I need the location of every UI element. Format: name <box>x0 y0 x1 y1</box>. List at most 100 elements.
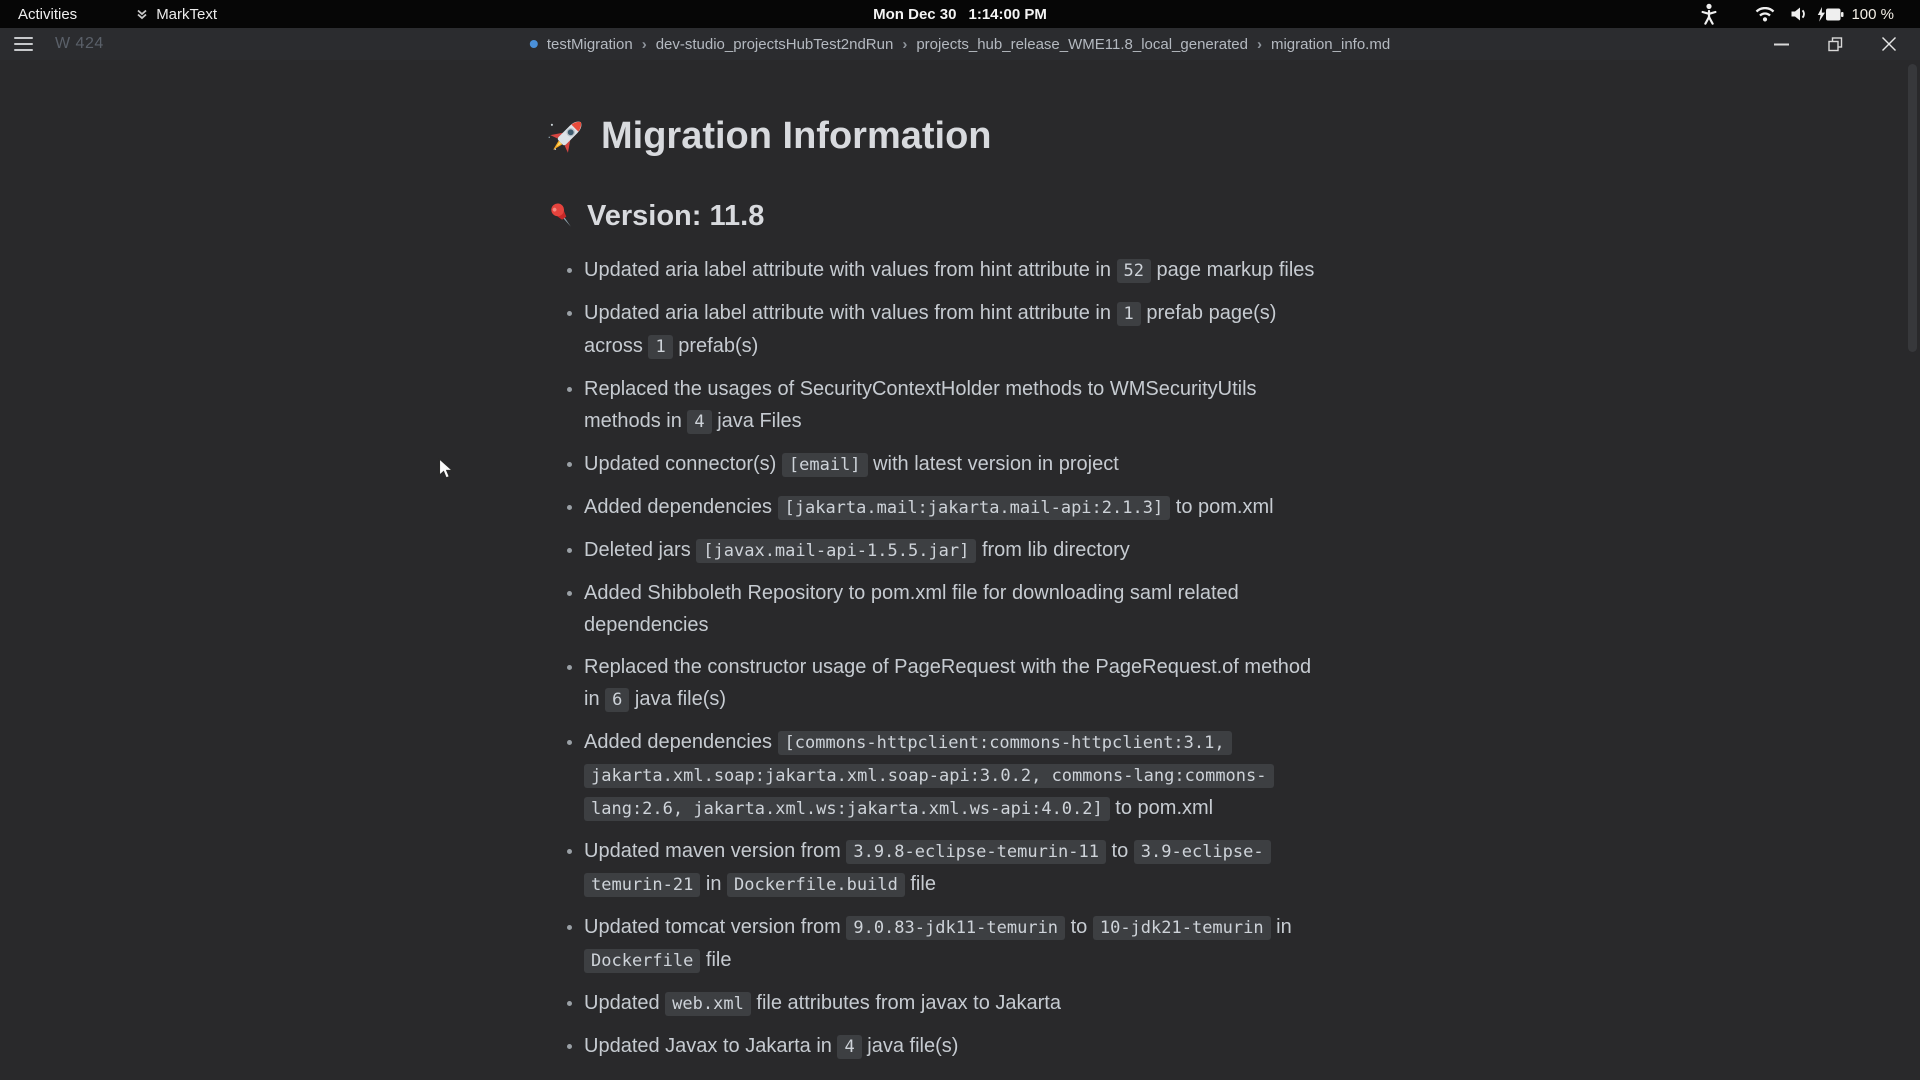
battery-percent: 100 % <box>1851 6 1894 23</box>
breadcrumb-separator-icon: › <box>642 36 647 53</box>
accessibility-icon <box>1701 3 1717 25</box>
minimize-button[interactable] <box>1770 33 1792 55</box>
unsaved-dot-icon <box>530 40 538 48</box>
clock[interactable]: Mon Dec 30 1:14:00 PM <box>873 6 1047 23</box>
title-bar: W 424 testMigration › dev-studio_projectsH… <box>0 28 1920 60</box>
close-button[interactable] <box>1878 33 1900 55</box>
list-item: Added Shibboleth Repository to pom.xml f… <box>584 577 1329 641</box>
battery-charging-icon <box>1817 7 1844 22</box>
list-item-text: Updated <box>584 992 665 1014</box>
restore-button[interactable] <box>1824 33 1846 55</box>
inline-code: [javax.mail-api-1.5.5.jar] <box>696 539 976 563</box>
list-item-text: Updated maven version from <box>584 840 846 862</box>
list-item-text: java Files <box>712 410 802 432</box>
list-item-text: Added dependencies <box>584 496 778 518</box>
version-heading: Version: 11.8 <box>546 196 1356 236</box>
inline-code: 10-jdk21-temurin <box>1093 916 1271 940</box>
inline-code: [email] <box>782 453 868 477</box>
inline-code: [jakarta.mail:jakarta.mail-api:2.1.3] <box>778 496 1171 520</box>
list-item: Replaced the constructor usage of PageRe… <box>584 651 1329 716</box>
breadcrumb-separator-icon: › <box>902 36 907 53</box>
list-item-text: to <box>1065 916 1093 938</box>
list-item-text: with latest version in project <box>868 453 1119 475</box>
mouse-cursor <box>438 458 458 481</box>
rocket-icon <box>546 115 588 157</box>
close-icon <box>1881 36 1897 52</box>
activities-button[interactable]: Activities <box>0 0 95 28</box>
inline-code: 1 <box>1117 302 1141 326</box>
marktext-indicator-label: MarkText <box>156 6 217 23</box>
list-item: Updated aria label attribute with values… <box>584 254 1329 287</box>
clock-date: Mon Dec 30 <box>873 6 956 23</box>
list-item-text: from lib directory <box>976 539 1129 561</box>
list-item: Updated Javax to Jakarta in 4 java file(… <box>584 1030 1329 1063</box>
list-item: Added dependencies [jakarta.mail:jakarta… <box>584 491 1329 524</box>
list-item-text: java file(s) <box>862 1035 959 1057</box>
list-item-text: Replaced the usages of SecurityContextHo… <box>584 378 1257 432</box>
scrollbar-thumb[interactable] <box>1908 64 1917 352</box>
list-item: Replaced the usages of SecurityContextHo… <box>584 373 1329 438</box>
clock-time: 1:14:00 PM <box>968 6 1046 23</box>
list-item-text: Added Shibboleth Repository to pom.xml f… <box>584 582 1239 636</box>
marktext-indicator[interactable]: MarkText <box>135 6 217 23</box>
system-tray[interactable]: 100 % <box>1701 3 1920 25</box>
inline-code: 3.9.8-eclipse-temurin-11 <box>846 840 1106 864</box>
list-item-text: in <box>700 873 727 895</box>
breadcrumb-separator-icon: › <box>1257 36 1262 53</box>
breadcrumb-item: testMigration <box>547 36 633 53</box>
inline-code: 52 <box>1117 259 1151 283</box>
list-item-text: file attributes from javax to Jakarta <box>751 992 1061 1014</box>
list-item-text: prefab(s) <box>673 335 759 357</box>
list-item: Updated aria label attribute with values… <box>584 297 1329 363</box>
page-title-text: Migration Information <box>601 110 992 162</box>
list-item: Updated maven version from 3.9.8-eclipse… <box>584 835 1329 901</box>
volume-icon <box>1790 6 1808 22</box>
bullet-list: Updated aria label attribute with values… <box>546 254 1329 1063</box>
wifi-icon <box>1755 7 1775 22</box>
list-item-text: file <box>905 873 936 895</box>
inline-code: 4 <box>837 1035 861 1059</box>
editor-area[interactable]: Migration Information Version: 11.8 Upda… <box>0 60 1920 1080</box>
list-item-text: to pom.xml <box>1170 496 1273 518</box>
list-item-text: Updated aria label attribute with values… <box>584 259 1117 281</box>
list-item: Updated web.xml file attributes from jav… <box>584 987 1329 1020</box>
breadcrumb: testMigration › dev-studio_projectsHubTest… <box>530 28 1390 60</box>
list-item: Updated tomcat version from 9.0.83-jdk11… <box>584 911 1329 977</box>
list-item-text: Deleted jars <box>584 539 696 561</box>
pushpin-icon <box>546 201 576 231</box>
workspace-label: W 424 <box>55 35 104 53</box>
page-title: Migration Information <box>546 110 1356 162</box>
marktext-tray-icon <box>135 7 149 21</box>
inline-code: 1 <box>648 335 672 359</box>
restore-icon <box>1828 37 1843 52</box>
list-item-text: Updated tomcat version from <box>584 916 846 938</box>
inline-code: Dockerfile.build <box>727 873 905 897</box>
breadcrumb-item: migration_info.md <box>1271 36 1390 53</box>
breadcrumb-item: dev-studio_projectsHubTest2ndRun <box>656 36 894 53</box>
list-item-text: Added dependencies <box>584 731 778 753</box>
inline-code: 9.0.83-jdk11-temurin <box>846 916 1065 940</box>
list-item-text: to <box>1106 840 1134 862</box>
hamburger-menu-icon[interactable] <box>14 37 33 51</box>
inline-code: 6 <box>605 688 629 712</box>
breadcrumb-item: projects_hub_release_WME11.8_local_gener… <box>916 36 1248 53</box>
window-controls <box>1770 28 1900 60</box>
inline-code: Dockerfile <box>584 949 700 973</box>
list-item: Added dependencies [commons-httpclient:c… <box>584 726 1329 825</box>
list-item-text: to pom.xml <box>1110 797 1213 819</box>
list-item: Updated connector(s) [email] with latest… <box>584 448 1329 481</box>
list-item: Deleted jars [javax.mail-api-1.5.5.jar] … <box>584 534 1329 567</box>
list-item-text: java file(s) <box>629 688 726 710</box>
list-item-text: page markup files <box>1151 259 1314 281</box>
list-item-text: file <box>700 949 731 971</box>
version-heading-text: Version: 11.8 <box>587 196 764 236</box>
markdown-document: Migration Information Version: 11.8 Upda… <box>546 60 1356 1063</box>
top-bar: Activities MarkText Mon Dec 30 1:14:00 P… <box>0 0 1920 28</box>
inline-code: 4 <box>687 410 711 434</box>
list-item-text: Updated aria label attribute with values… <box>584 302 1117 324</box>
inline-code: web.xml <box>665 992 751 1016</box>
list-item-text: Updated connector(s) <box>584 453 782 475</box>
list-item-text: in <box>1271 916 1292 938</box>
minimize-icon <box>1774 43 1789 46</box>
list-item-text: Updated Javax to Jakarta in <box>584 1035 837 1057</box>
